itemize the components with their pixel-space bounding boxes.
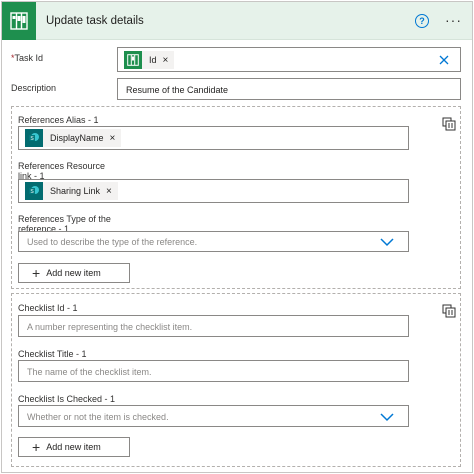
planner-icon [124,51,142,69]
references-add-item-button[interactable]: + Add new item [18,263,130,283]
chevron-down-icon[interactable] [380,412,394,424]
checklist-id-placeholder: A number representing the checklist item… [27,322,193,332]
references-resource-field[interactable]: S Sharing Link × [18,179,409,203]
references-type-dropdown[interactable]: Used to describe the type of the referen… [18,231,409,252]
remove-token-icon[interactable]: × [163,55,169,66]
remove-token-icon[interactable]: × [106,186,112,197]
action-title: Update task details [46,15,144,27]
plus-icon: + [32,265,41,281]
checklist-checked-label: Checklist Is Checked - 1 [18,394,116,404]
checklist-title-label: Checklist Title - 1 [18,349,87,359]
references-type-label: References Type of the reference - 1 [18,214,111,232]
checklist-title-field[interactable]: The name of the checklist item. [18,360,409,382]
more-options-icon[interactable]: ··· [445,12,462,28]
sharepoint-icon: S [25,182,43,200]
description-label: Description [11,83,57,93]
references-resource-label: References Resource link - 1 [18,161,106,181]
references-alias-label: References Alias - 1 [18,115,99,125]
delete-icon[interactable] [442,303,456,320]
checklist-checked-dropdown[interactable]: Whether or not the item is checked. [18,405,409,427]
close-icon[interactable] [438,54,450,68]
references-type-placeholder: Used to describe the type of the referen… [27,237,198,247]
delete-icon[interactable] [442,116,456,133]
action-header[interactable]: Update task details ? ··· [2,2,472,40]
checklist-add-item-button[interactable]: + Add new item [18,437,130,457]
checklist-checked-placeholder: Whether or not the item is checked. [27,412,169,422]
checklist-panel: Checklist Id - 1 A number representing t… [11,293,461,467]
help-icon[interactable]: ? [415,14,429,28]
references-panel: References Alias - 1 S DisplayName × Ref… [11,106,461,289]
checklist-title-placeholder: The name of the checklist item. [27,367,152,377]
references-alias-field[interactable]: S DisplayName × [18,126,409,150]
checklist-id-label: Checklist Id - 1 [18,303,78,313]
task-id-label: *Task Id [11,53,44,63]
description-value: Resume of the Candidate [126,85,229,95]
id-token[interactable]: Id × [124,51,175,69]
sharepoint-icon: S [25,129,43,147]
plus-icon: + [32,439,41,455]
description-field[interactable]: Resume of the Candidate [117,78,461,100]
planner-icon [2,2,36,40]
task-id-field[interactable]: Id × [117,47,461,72]
checklist-id-field[interactable]: A number representing the checklist item… [18,315,409,337]
remove-token-icon[interactable]: × [110,133,116,144]
sharing-link-token[interactable]: S Sharing Link × [25,182,118,200]
displayname-token[interactable]: S DisplayName × [25,129,122,147]
chevron-down-icon[interactable] [380,237,394,249]
action-card: Update task details ? ··· *Task Id Id × … [1,1,473,473]
